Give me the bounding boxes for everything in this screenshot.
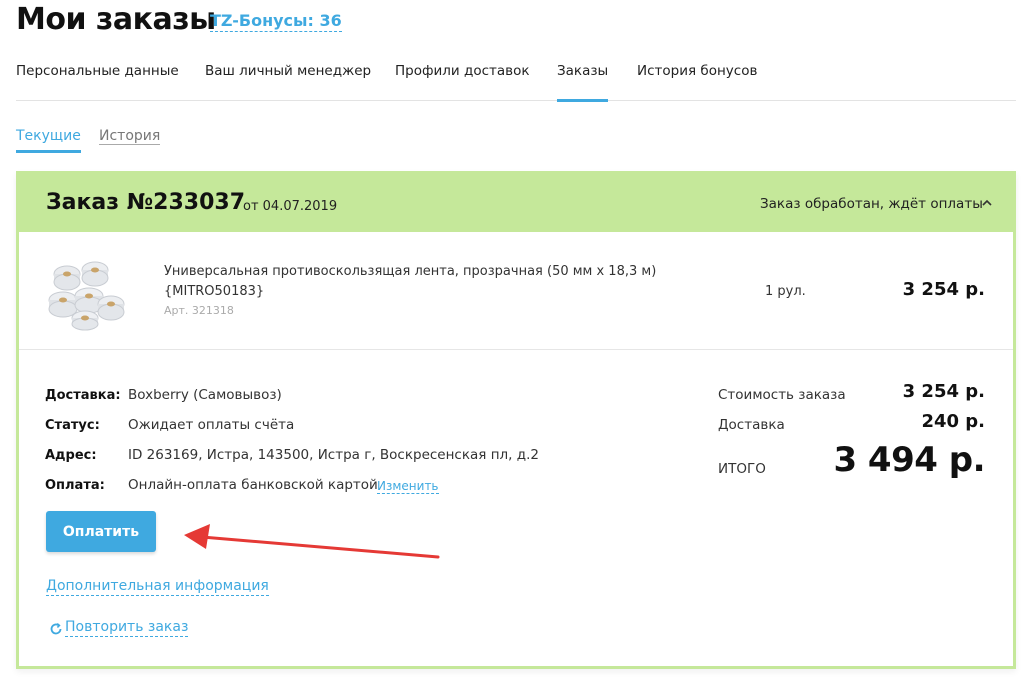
annotation-arrow-icon <box>184 524 440 559</box>
chevron-up-icon[interactable] <box>980 196 994 210</box>
change-payment-link[interactable]: Изменить <box>377 479 439 494</box>
order-header[interactable]: Заказ №233037 от 04.07.2019 Заказ обрабо… <box>19 174 1013 232</box>
status-label: Статус: <box>45 418 100 433</box>
product-image[interactable] <box>45 252 131 332</box>
payment-label: Оплата: <box>45 478 105 493</box>
order-item-row: Универсальная противоскользящая лента, п… <box>19 232 1013 350</box>
order-cost-label: Стоимость заказа <box>718 387 846 403</box>
main-tabs: Персональные данные Ваш личный менеджер … <box>16 61 1016 102</box>
total-value: 3 494 р. <box>833 440 985 480</box>
refresh-icon[interactable] <box>49 622 63 636</box>
address-label: Адрес: <box>45 448 97 463</box>
tab-personal-data[interactable]: Персональные данные <box>16 63 179 101</box>
delivery-value: Boxberry (Самовывоз) <box>128 387 282 403</box>
tab-bonus-history[interactable]: История бонусов <box>637 63 757 101</box>
total-label: ИТОГО <box>718 461 766 477</box>
subtab-history[interactable]: История <box>99 128 161 145</box>
delivery-cost-value: 240 р. <box>921 411 985 432</box>
order-date: от 04.07.2019 <box>243 199 338 214</box>
order-card: Заказ №233037 от 04.07.2019 Заказ обрабо… <box>16 171 1016 669</box>
status-value: Ожидает оплаты счёта <box>128 417 295 433</box>
pay-button[interactable]: Оплатить <box>46 511 156 552</box>
additional-info-link[interactable]: Дополнительная информация <box>46 578 269 596</box>
payment-value: Онлайн-оплата банковской картой <box>128 477 378 493</box>
page-title: Мои заказы <box>16 2 216 37</box>
repeat-order-link[interactable]: Повторить заказ <box>65 619 189 637</box>
subtab-current[interactable]: Текущие <box>16 128 81 153</box>
order-cost-value: 3 254 р. <box>902 381 985 402</box>
delivery-label: Доставка: <box>45 388 121 403</box>
product-article: Арт. 321318 <box>164 304 234 317</box>
tab-delivery-profiles[interactable]: Профили доставок <box>395 63 530 101</box>
tab-personal-manager[interactable]: Ваш личный менеджер <box>205 63 371 101</box>
bonus-link[interactable]: TZ-Бонусы: 36 <box>210 11 342 32</box>
product-quantity: 1 рул. <box>765 284 806 299</box>
order-number: Заказ №233037 <box>46 190 246 215</box>
tab-orders[interactable]: Заказы <box>557 63 609 102</box>
product-name[interactable]: Универсальная противоскользящая лента, п… <box>164 262 684 302</box>
address-value: ID 263169, Истра, 143500, Истра г, Воскр… <box>128 447 539 463</box>
delivery-cost-label: Доставка <box>718 417 785 433</box>
product-price: 3 254 р. <box>902 279 985 300</box>
order-status: Заказ обработан, ждёт оплаты <box>760 196 983 212</box>
